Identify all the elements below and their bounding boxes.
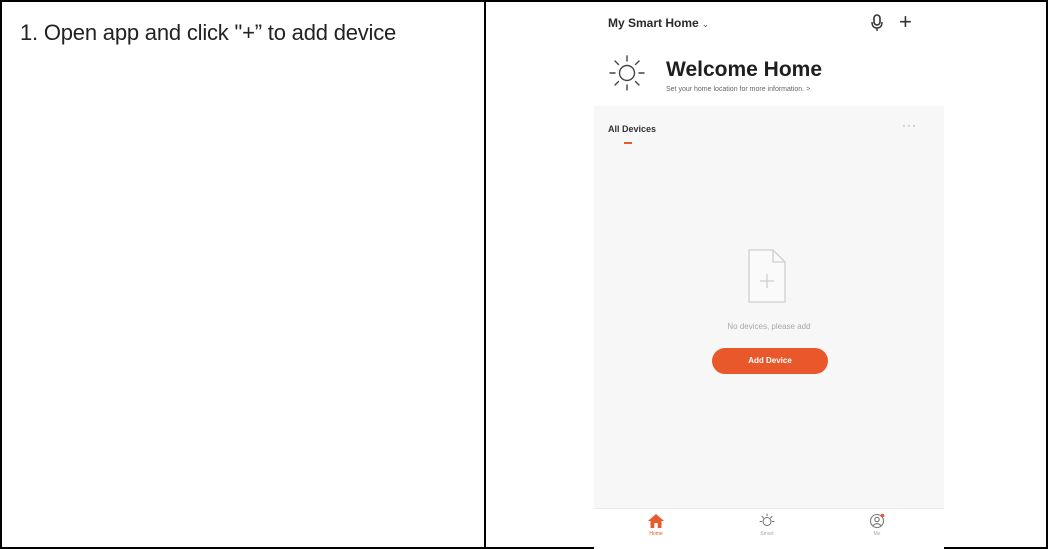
instruction-cell: 1. Open app and click "+” to add device	[2, 2, 486, 547]
tab-home[interactable]: Home	[626, 513, 686, 537]
tab-home-label: Home	[649, 531, 663, 537]
screenshot-cell: My Smart Home ⌄ + Welcome Home Set your …	[486, 2, 1046, 549]
tab-me-label: Me	[873, 531, 881, 537]
sun-icon	[609, 55, 645, 91]
tab-smart[interactable]: Smart	[737, 513, 797, 537]
home-selector[interactable]: My Smart Home ⌄	[608, 16, 709, 30]
add-device-plus-button[interactable]: +	[899, 11, 912, 33]
add-device-button[interactable]: Add Device	[712, 348, 828, 374]
welcome-banner: Welcome Home Set your home location for …	[594, 46, 944, 106]
profile-icon	[869, 513, 885, 529]
chevron-down-icon: ⌄	[701, 19, 710, 29]
more-options-icon[interactable]: ···	[902, 118, 917, 132]
tab-smart-label: Smart	[760, 531, 774, 537]
home-name-label: My Smart Home	[608, 16, 699, 30]
set-location-link[interactable]: Set your home location for more informat…	[666, 86, 810, 93]
empty-state-message: No devices, please add	[727, 322, 811, 331]
smart-sun-icon	[759, 513, 775, 527]
tab-me[interactable]: Me	[847, 513, 907, 537]
app-header: My Smart Home ⌄ +	[594, 2, 944, 46]
microphone-icon[interactable]	[870, 14, 884, 32]
tab-indicator	[624, 142, 632, 144]
empty-document-icon	[748, 249, 786, 303]
tab-all-devices[interactable]: All Devices	[608, 124, 656, 134]
bottom-tab-bar: Home Smart Me	[594, 508, 944, 549]
instruction-text: 1. Open app and click "+” to add device	[20, 20, 397, 45]
home-icon	[648, 514, 664, 528]
device-tabs-row: All Devices ···	[594, 106, 944, 146]
app-screenshot: My Smart Home ⌄ + Welcome Home Set your …	[594, 2, 944, 549]
document-table: 1. Open app and click "+” to add device …	[0, 0, 1048, 549]
welcome-title: Welcome Home	[666, 58, 822, 81]
